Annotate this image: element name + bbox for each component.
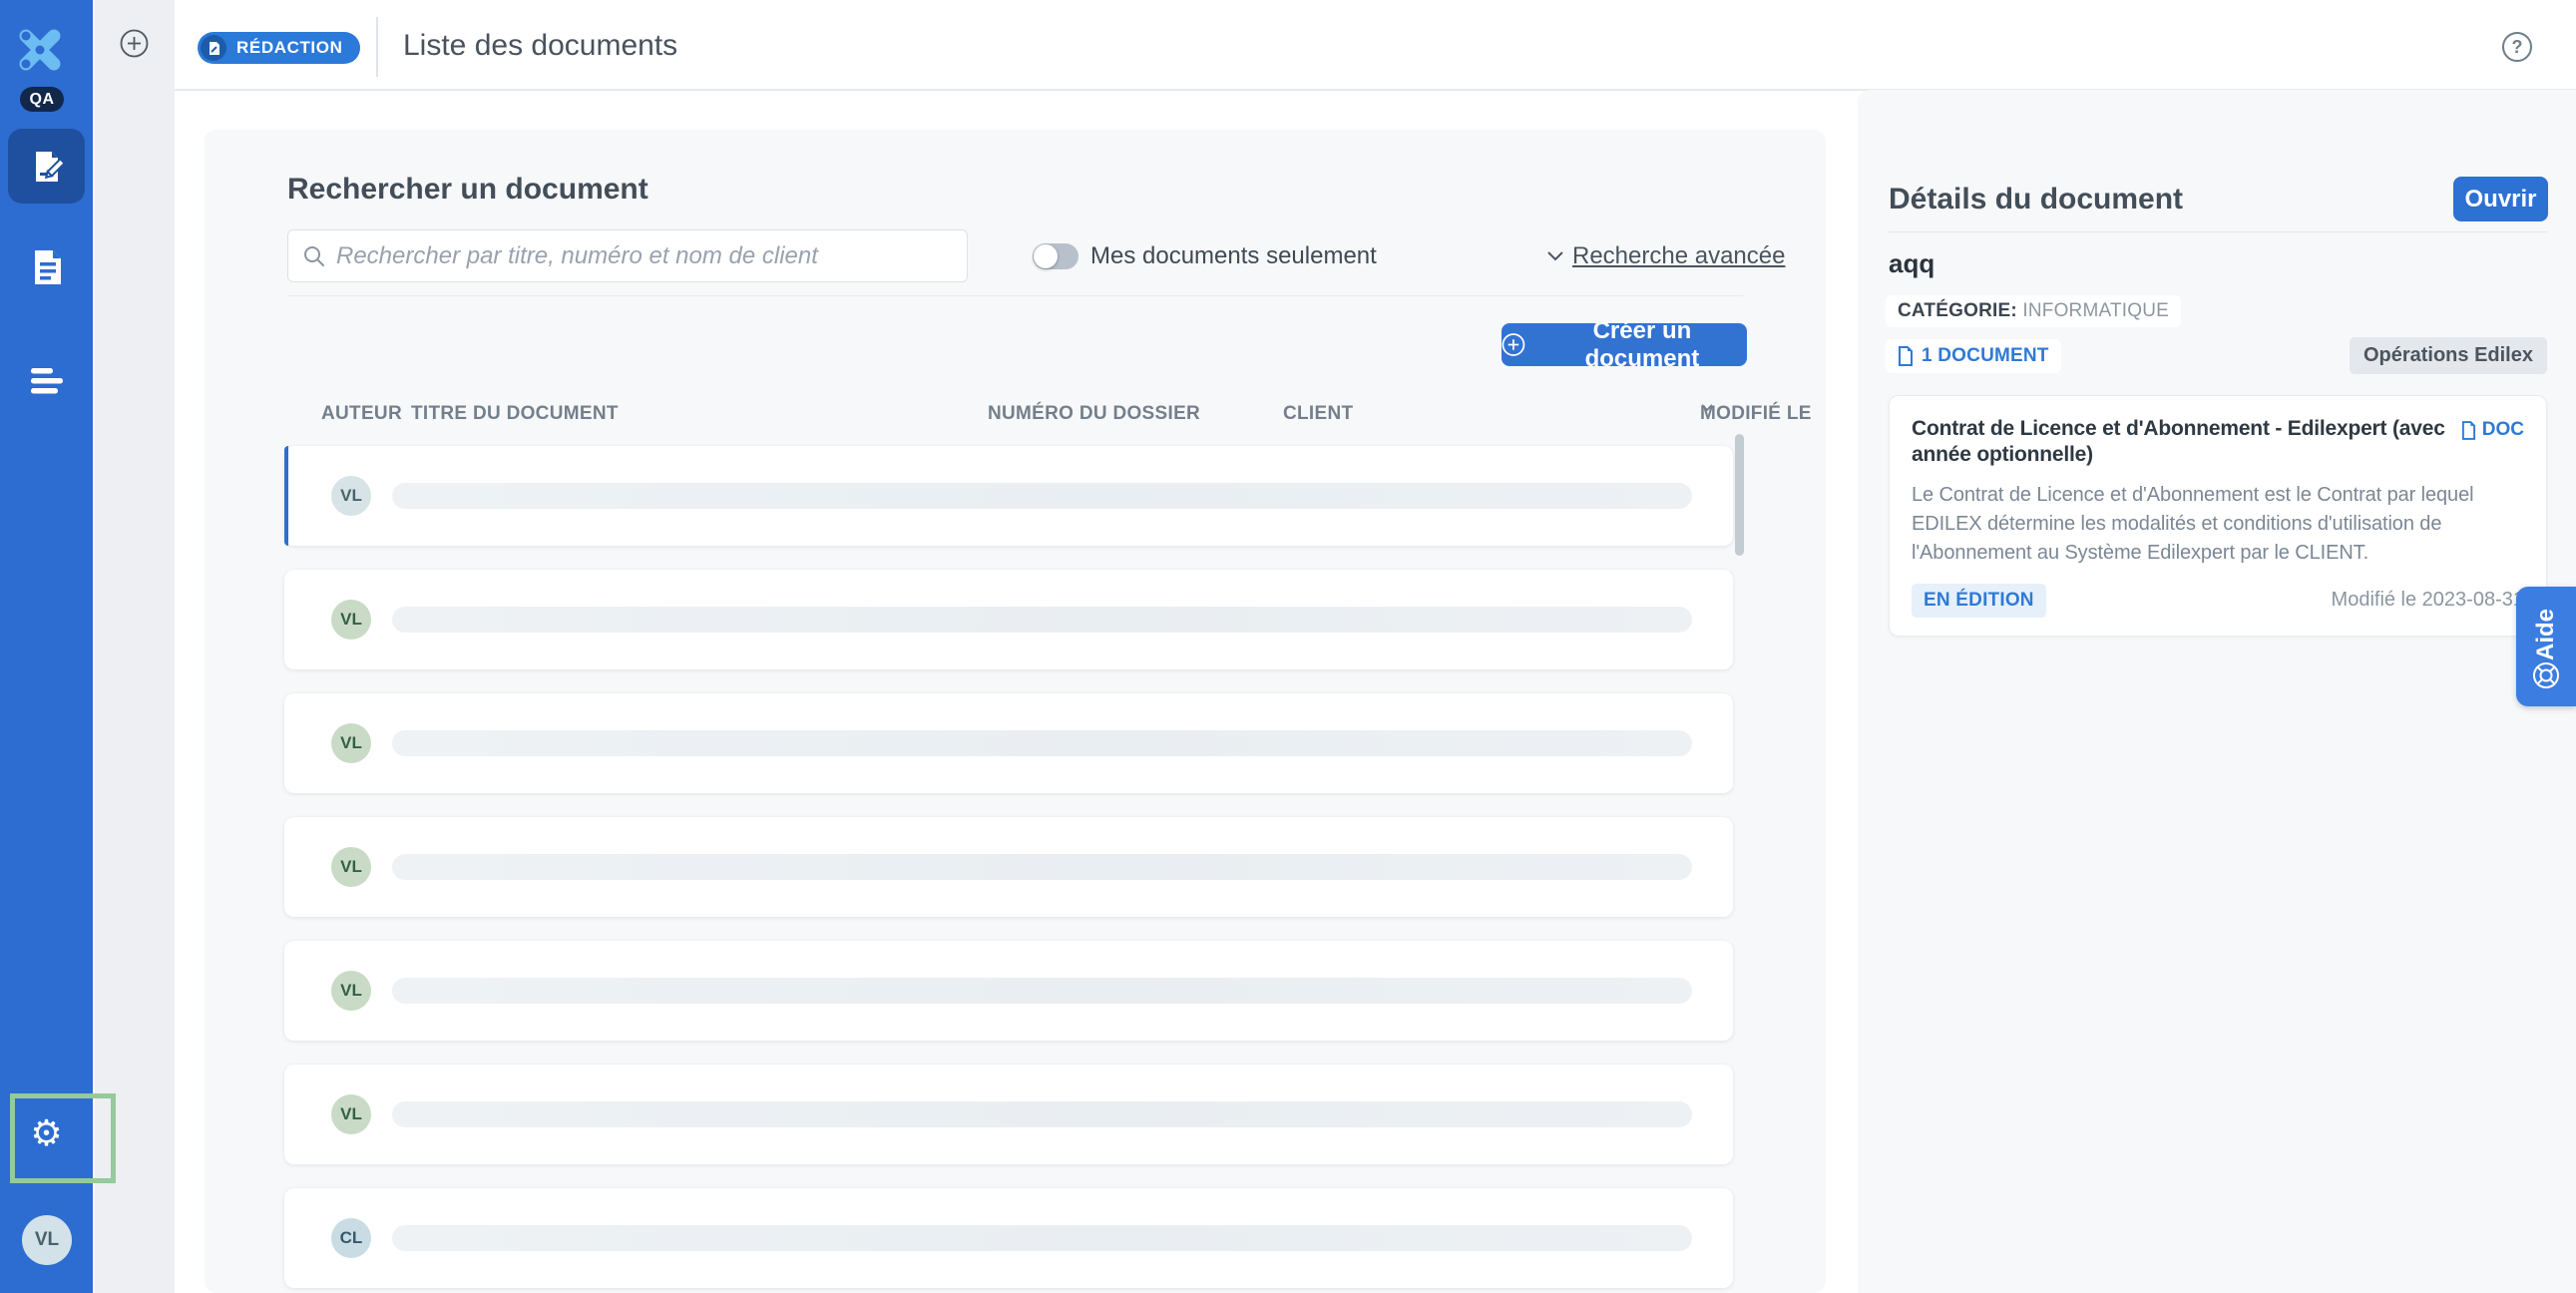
document-row[interactable]: CL (284, 1188, 1733, 1288)
search-icon (302, 244, 326, 268)
advanced-search-label: Recherche avancée (1572, 242, 1785, 270)
redacted-title-bar (392, 1101, 1692, 1127)
document-row[interactable]: VL (284, 693, 1733, 793)
author-avatar: VL (331, 1094, 371, 1134)
create-document-button[interactable]: Créer un document (1502, 323, 1747, 366)
category-label: CATÉGORIE: (1898, 300, 2017, 321)
document-card-footer: EN ÉDITION Modifié le 2023-08-31 (1912, 584, 2524, 618)
redacted-title-bar (392, 730, 1692, 756)
sidebar-item-redaction-active[interactable] (8, 129, 85, 204)
align-left-lines-icon (29, 366, 65, 396)
column-client: CLIENT (1283, 403, 1353, 425)
modified-date: Modifié le 2023-08-31 (2332, 589, 2524, 612)
sidebar-item-documents[interactable] (8, 237, 85, 297)
details-divider (1889, 231, 2547, 232)
document-row[interactable]: VL (284, 446, 1733, 546)
document-title: Contrat de Licence et d'Abonnement - Edi… (1912, 416, 2447, 469)
document-row[interactable]: VL (284, 941, 1733, 1041)
document-row[interactable]: VL (284, 817, 1733, 917)
toggle-knob (1034, 244, 1058, 268)
author-avatar: VL (331, 600, 371, 640)
header-vertical-divider (376, 17, 378, 77)
list-scrollbar[interactable] (1735, 434, 1744, 556)
status-badge: EN ÉDITION (1912, 584, 2046, 618)
selected-document-name: aqq (1889, 248, 1934, 279)
open-button[interactable]: Ouvrir (2453, 177, 2548, 221)
document-detail-card[interactable]: Contrat de Licence et d'Abonnement - Edi… (1889, 395, 2547, 637)
details-panel (1858, 90, 2576, 1293)
search-input[interactable] (336, 242, 953, 270)
sidebar-item-list[interactable] (8, 351, 85, 411)
chevron-down-icon (1546, 250, 1564, 262)
author-avatar: VL (331, 971, 371, 1011)
document-lines-icon (30, 248, 64, 286)
document-count-label: 1 DOCUMENT (1922, 345, 2049, 367)
owner-tag: Opérations Edilex (2350, 337, 2547, 374)
create-document-label: Créer un document (1537, 317, 1747, 373)
page-title: Liste des documents (403, 29, 677, 63)
column-modified-label: MODIFIÉ LE (1700, 403, 1812, 425)
column-file-number: NUMÉRO DU DOSSIER (988, 403, 1200, 425)
author-avatar: VL (331, 723, 371, 763)
app-root: QA (0, 0, 2576, 1293)
my-documents-toggle-label: Mes documents seulement (1090, 242, 1377, 270)
add-workspace-button[interactable] (120, 29, 149, 58)
search-divider (287, 295, 1743, 296)
column-modified-sort[interactable]: MODIFIÉ LE (1700, 403, 1714, 413)
user-avatar[interactable]: VL (22, 1215, 72, 1265)
plus-circle-icon (1502, 332, 1525, 357)
document-count-pill[interactable]: 1 DOCUMENT (1886, 339, 2061, 373)
help-side-tab-label: Aide (2532, 605, 2560, 664)
details-meta-row: 1 DOCUMENT Opérations Edilex (1886, 337, 2547, 374)
column-author: AUTEUR (321, 403, 402, 425)
redacted-title-bar (392, 483, 1692, 509)
author-avatar: VL (331, 847, 371, 887)
document-icon (1898, 346, 1914, 366)
document-description: Le Contrat de Licence et d'Abonnement es… (1912, 481, 2524, 568)
document-card-header: Contrat de Licence et d'Abonnement - Edi… (1912, 416, 2524, 469)
redacted-title-bar (392, 978, 1692, 1004)
document-type-badge: DOC (2461, 419, 2524, 441)
author-avatar: CL (331, 1218, 371, 1258)
document-row[interactable]: VL (284, 1065, 1733, 1164)
redacted-title-bar (392, 854, 1692, 880)
author-avatar: VL (331, 476, 371, 516)
module-badge-redaction[interactable]: RÉDACTION (198, 32, 360, 64)
category-value: INFORMATIQUE (2022, 300, 2169, 321)
settings-highlight-box (10, 1093, 116, 1183)
environment-badge: QA (20, 87, 64, 112)
module-badge-label: RÉDACTION (236, 38, 342, 58)
document-row[interactable]: VL (284, 570, 1733, 669)
redacted-title-bar (392, 1225, 1692, 1251)
help-button[interactable]: ? (2502, 32, 2532, 62)
redacted-title-bar (392, 607, 1692, 633)
column-title: TITRE DU DOCUMENT (411, 403, 619, 425)
document-edit-icon (28, 148, 66, 186)
category-pill: CATÉGORIE: INFORMATIQUE (1886, 295, 2181, 327)
table-header-row: AUTEUR TITRE DU DOCUMENT NUMÉRO DU DOSSI… (284, 403, 1733, 427)
search-section-title: Rechercher un document (287, 173, 648, 207)
lifebuoy-icon (2531, 660, 2561, 690)
question-icon: ? (2512, 37, 2523, 58)
document-type-label: DOC (2482, 419, 2524, 441)
search-field (287, 229, 968, 282)
app-logo-icon (16, 26, 64, 74)
details-heading: Détails du document (1889, 183, 2183, 216)
my-documents-toggle[interactable] (1033, 243, 1078, 269)
help-side-tab[interactable]: Aide (2516, 587, 2576, 706)
advanced-search-link[interactable]: Recherche avancée (1546, 242, 1785, 270)
redaction-emblem (201, 35, 226, 61)
document-pen-icon (207, 41, 221, 56)
document-icon (2461, 421, 2476, 440)
